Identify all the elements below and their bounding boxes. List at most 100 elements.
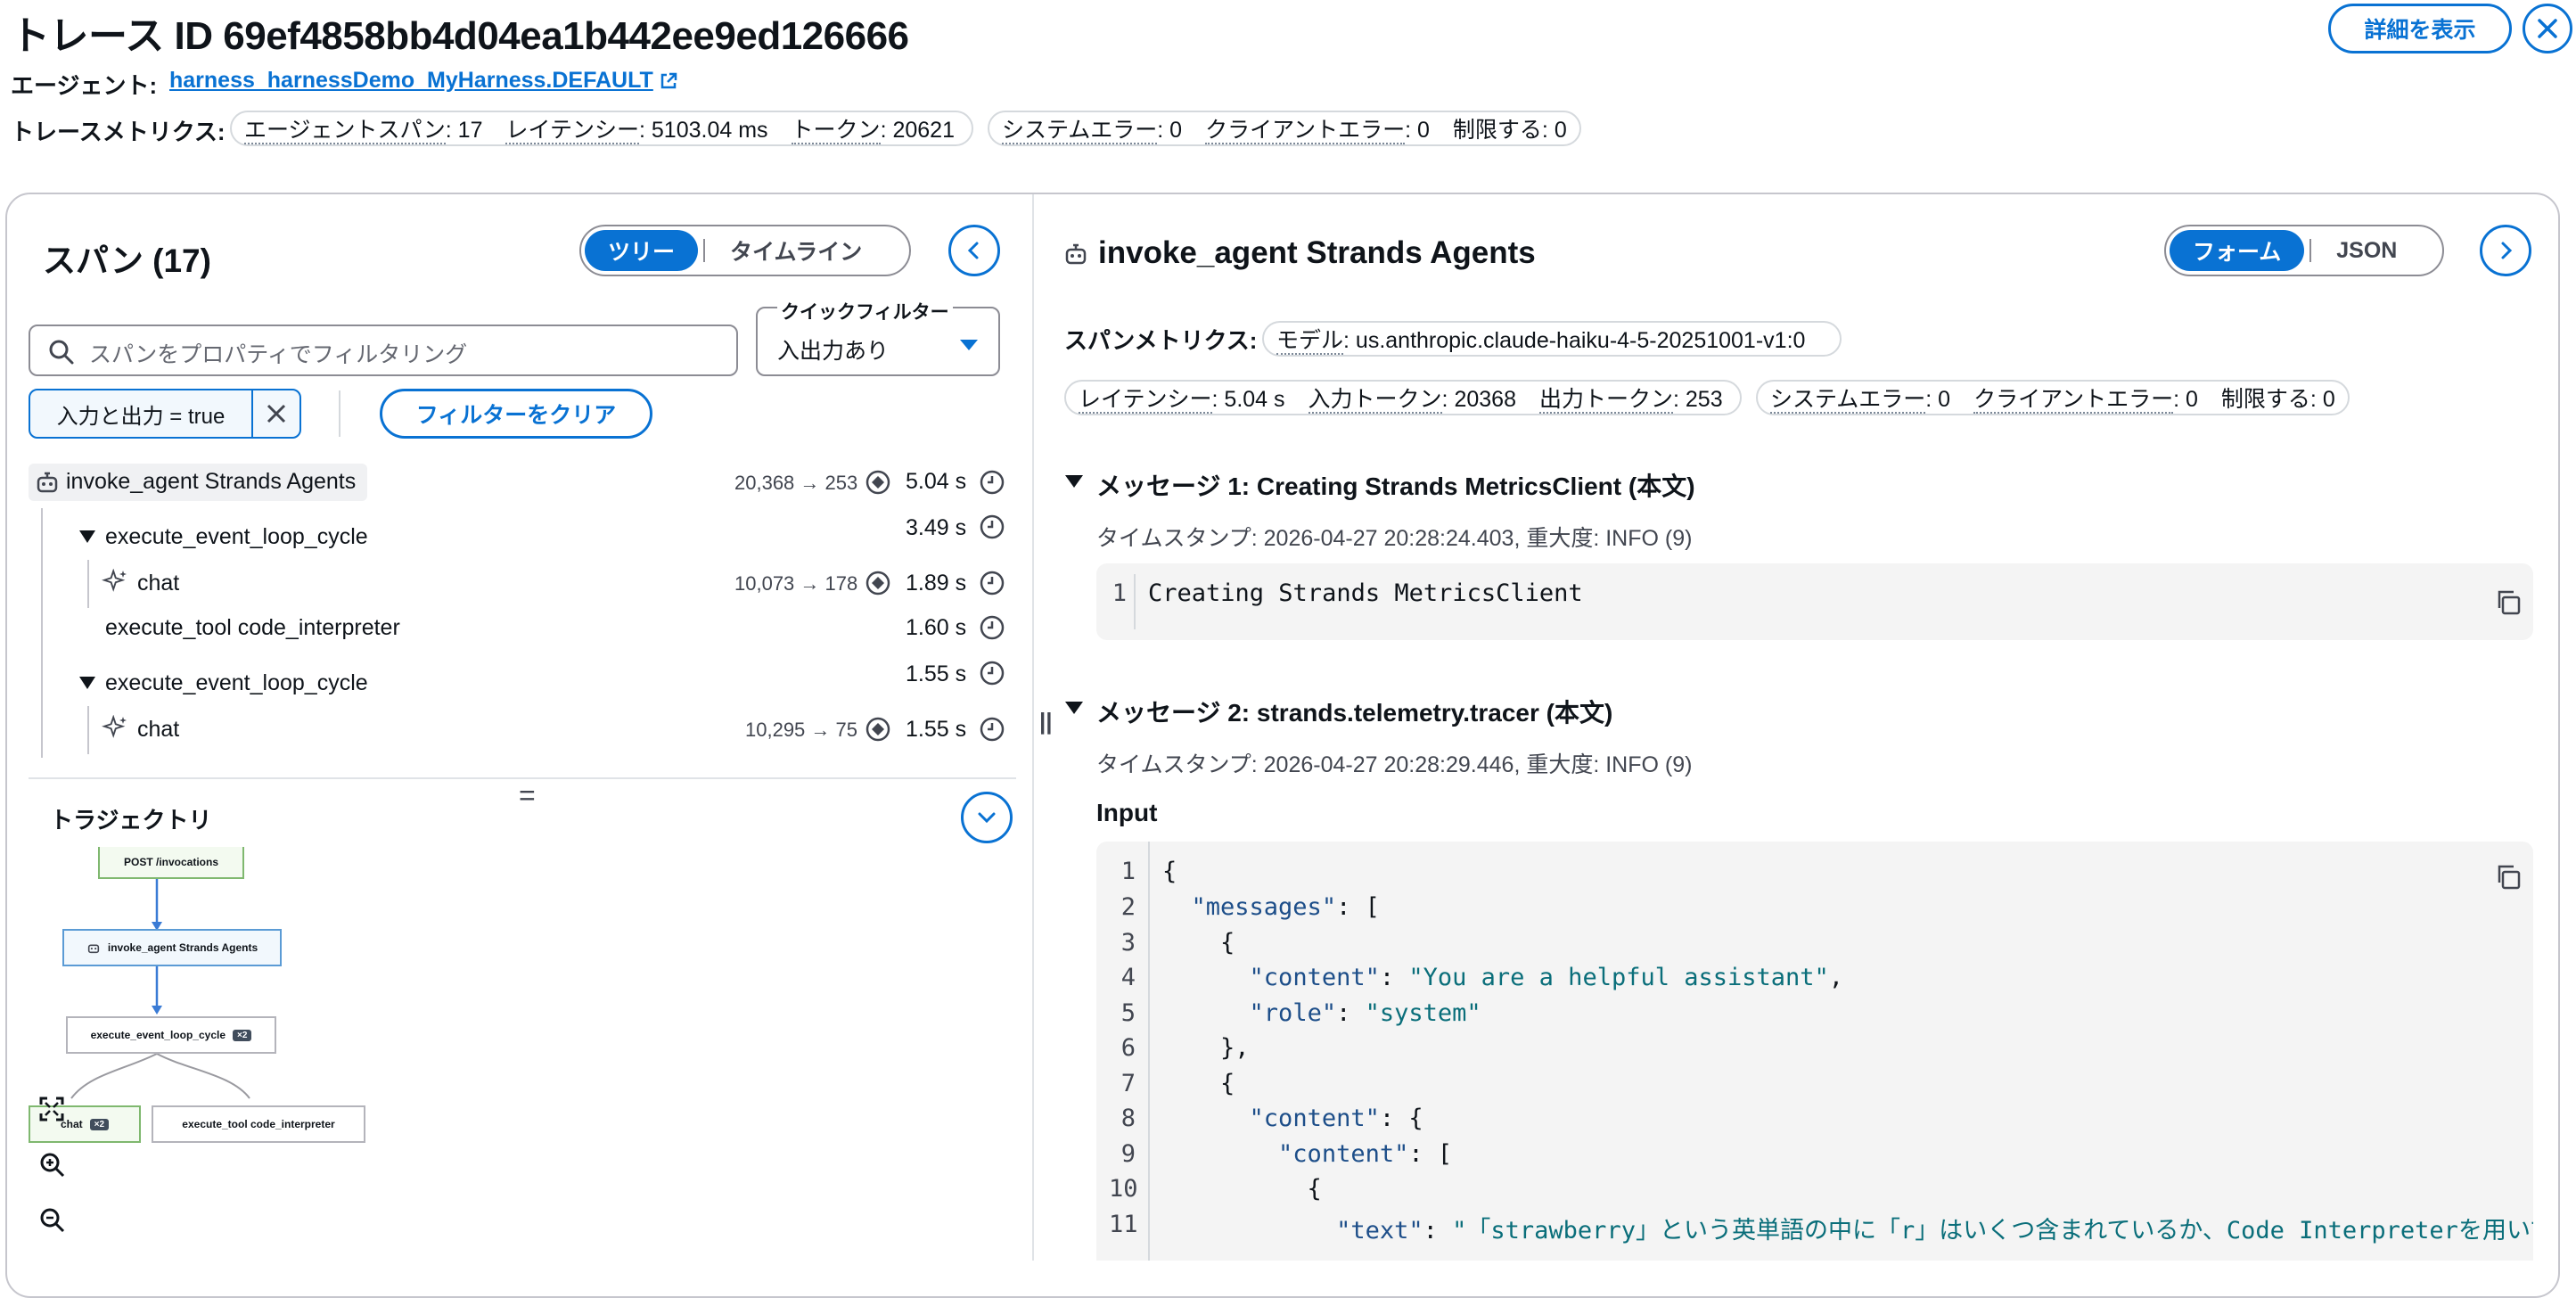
zoom-out-icon[interactable] [39,1207,66,1234]
span-tokens: 10,073 → 178 [734,572,858,595]
json-line: "content": { [1249,1105,1423,1132]
spans-title: スパン (17) [43,242,211,279]
model-pill: モデル: us.anthropic.claude-haiku-4-5-20251… [1262,321,1842,357]
message-2-code: 1 2 3 4 5 6 7 8 9 10 11 { "messages": [ … [1096,842,2533,1261]
sparkle-icon [102,569,127,592]
close-button[interactable] [2523,4,2572,53]
close-icon [2538,19,2557,38]
search-icon [49,340,74,365]
span-row-label[interactable]: chat [137,571,179,596]
span-metrics-pill-1: レイテンシー: 5.04 s 入力トークン: 20368 出力トークン: 253 [1064,380,1742,415]
span-row-label[interactable]: execute_event_loop_cycle [105,670,368,696]
json-line: { [1162,858,1177,885]
robot-icon [87,944,99,954]
span-metrics-label: スパンメトリクス: [1064,327,1258,354]
quick-filter-select[interactable]: クイックフィルター 入出力あり [756,298,1000,376]
format-toggle: フォーム JSON [2164,225,2444,276]
trace-metrics-pill-1: エージェントスパン: 17 レイテンシー: 5103.04 ms トークン: 2… [230,111,973,146]
chevron-left-icon [967,242,979,259]
span-row-label[interactable]: chat [137,717,179,743]
span-duration: 3.49 s [906,515,967,540]
json-line: "text": "「strawberry」という英単語の中に「r」はいくつ含まれ… [1336,1217,2533,1245]
chevron-right-icon [2501,242,2513,259]
span-duration: 1.89 s [906,571,967,596]
span-metrics-pill-2: システムエラー: 0 クライアントエラー: 0 制限する: 0 [1756,380,2350,415]
span-row-label[interactable]: invoke_agent Strands Agents [66,469,356,495]
message-1-title[interactable]: メッセージ 1: Creating Strands MetricsClient … [1096,467,1695,503]
clock-icon [980,470,1005,495]
copy-icon[interactable] [2494,863,2523,891]
message-2-meta: タイムスタンプ: 2026-04-27 20:28:29.446, 重大度: I… [1096,752,1693,777]
caret-down-icon[interactable] [1064,474,1084,489]
trace-metrics-pill-2: システムエラー: 0 クライアントエラー: 0 制限する: 0 [988,111,1581,146]
flow-node-post[interactable]: POST /invocations [98,847,244,879]
json-line: "content": [ [1278,1140,1453,1168]
span-duration: 5.04 s [906,469,967,494]
panel-resize-handle[interactable]: || [1039,708,1053,735]
zoom-in-icon[interactable] [39,1152,66,1179]
trace-metrics-label: トレースメトリクス: [11,119,226,145]
code-line: Creating Strands MetricsClient [1148,579,1583,607]
json-line: { [1162,1175,1322,1203]
collapse-left-button[interactable] [948,225,1000,276]
json-line: "role": "system" [1249,999,1481,1027]
fit-view-icon[interactable] [39,1097,64,1121]
span-row-label[interactable]: execute_tool code_interpreter [105,615,400,641]
chevron-down-icon [978,812,996,824]
input-label: Input [1096,799,1158,826]
agent-link[interactable]: harness_harnessDemo_MyHarness.DEFAULT [169,68,653,94]
json-line: }, [1162,1034,1250,1062]
clock-icon [980,661,1005,686]
tab-json[interactable]: JSON [2317,230,2416,271]
flow-node-tool[interactable]: execute_tool code_interpreter [152,1105,365,1143]
span-duration: 1.60 s [906,615,967,640]
robot-icon [37,472,58,493]
sparkle-icon [102,715,127,738]
tab-form[interactable]: フォーム [2170,230,2305,271]
remove-filter-button[interactable] [253,390,299,437]
span-row-label[interactable]: execute_event_loop_cycle [105,524,368,550]
message-1-code: 1 Creating Strands MetricsClient [1096,563,2533,640]
copy-icon[interactable] [2494,588,2523,617]
tab-timeline[interactable]: タイムライン [710,230,882,271]
quick-filter-value: 入出力あり [777,339,890,364]
panel-divider [1032,194,1034,1261]
trajectory-title: トラジェクトリ [50,807,212,834]
close-icon [267,404,286,423]
clear-filter-button[interactable]: フィルターをクリア [380,389,652,439]
message-2-title[interactable]: メッセージ 2: strands.telemetry.tracer (本文) [1096,694,1612,729]
clock-icon [980,717,1005,742]
span-tokens: 20,368 → 253 [734,472,858,494]
token-icon [866,717,890,742]
caret-down-icon[interactable] [78,530,96,544]
clock-icon [980,571,1005,596]
view-toggle: ツリー タイムライン [579,225,911,276]
span-tokens: 10,295 → 75 [745,719,857,741]
token-icon [866,470,890,495]
expand-trajectory-button[interactable] [961,792,1013,843]
span-filter-input[interactable]: スパンをプロパティでフィルタリング [29,324,738,376]
message-1-meta: タイムスタンプ: 2026-04-27 20:28:24.403, 重大度: I… [1096,526,1693,551]
token-icon [866,571,890,596]
trace-title: トレース ID 69ef4858bb4d04ea1b442ee9ed126666 [11,14,909,58]
filter-token-label: 入力と出力 = true [30,390,253,437]
caret-down-icon [960,340,978,350]
agent-label: エージェント: [11,72,158,99]
caret-down-icon[interactable] [78,676,96,690]
tab-tree[interactable]: ツリー [585,230,699,271]
flow-node-agent[interactable]: invoke_agent Strands Agents [62,929,282,966]
robot-icon [1065,243,1087,265]
json-line: "messages": [ [1191,893,1380,921]
span-duration: 1.55 s [906,717,967,742]
split-resize-handle[interactable]: = [519,779,536,812]
flow-node-loop[interactable]: execute_event_loop_cycle ×2 [66,1016,276,1054]
span-detail-title: invoke_agent Strands Agents [1098,235,1536,270]
external-link-icon[interactable] [659,71,678,91]
clock-icon [980,615,1005,640]
caret-down-icon[interactable] [1064,701,1084,715]
view-details-button[interactable]: 詳細を表示 [2328,4,2512,53]
collapse-right-button[interactable] [2480,225,2531,276]
span-duration: 1.55 s [906,661,967,686]
json-line: { [1162,929,1235,957]
json-line: "content": "You are a helpful assistant"… [1249,964,1844,991]
